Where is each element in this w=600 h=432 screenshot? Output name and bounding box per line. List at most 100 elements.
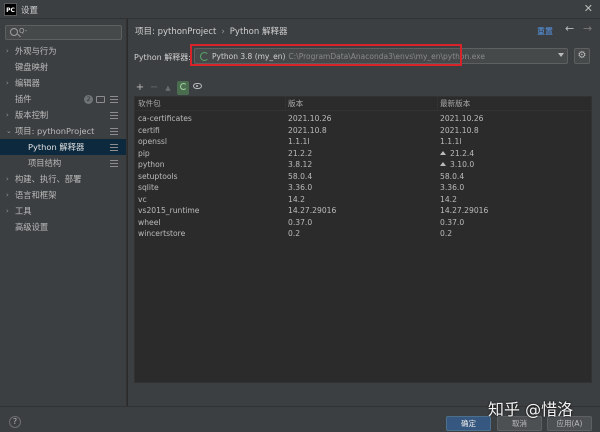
search-dropdown-caret: Q- (19, 27, 28, 35)
cell-text: pip (138, 148, 150, 158)
interpreter-name: Python 3.8 (my_en) (212, 52, 286, 61)
remove-package-button[interactable]: − (148, 81, 160, 95)
package-name-cell: vs2015_runtime (138, 205, 199, 217)
sidebar-item-label: 项目结构 (28, 158, 62, 168)
table-row[interactable]: openssl 1.1.1l 1.1.1l (135, 136, 591, 148)
ok-button[interactable]: 确定 (446, 416, 491, 431)
cell-text: 58.0.4 (288, 171, 313, 181)
version-cell: 1.1.1l (288, 136, 309, 148)
table-row[interactable]: setuptools 58.0.4 58.0.4 (135, 171, 591, 183)
project-scope-icon (110, 144, 118, 152)
version-cell: 14.2 (288, 194, 305, 206)
cell-text: setuptools (138, 171, 178, 181)
cell-text: 58.0.4 (440, 171, 465, 181)
gear-icon[interactable]: ⚙ (574, 48, 590, 64)
search-icon (10, 28, 18, 36)
interpreter-value: Python 3.8 (my_en) C:\ProgramData\Anacond… (212, 52, 485, 61)
sidebar-item-plugins[interactable]: 插件 2 (0, 91, 126, 107)
cell-text: 0.2 (440, 229, 453, 238)
cell-text: wincertstore (138, 229, 186, 238)
table-row[interactable]: vs2015_runtime 14.27.29016 14.27.29016 (135, 205, 591, 217)
table-row[interactable]: vc 14.2 14.2 (135, 194, 591, 206)
help-button[interactable]: ? (9, 416, 21, 428)
sidebar-item-editor[interactable]: › 编辑器 (0, 75, 126, 91)
version-cell: 0.2 (288, 228, 300, 240)
reset-button[interactable]: 重置 (537, 26, 553, 37)
interpreter-settings-panel: 项目: pythonProject › Python 解释器 重置 ← → Pyth… (128, 19, 600, 406)
table-row[interactable]: ca-certificates 2021.10.26 2021.10.26 (135, 113, 591, 125)
sidebar-item-tools[interactable]: › 工具 (0, 203, 126, 219)
cell-text: 0.37.0 (440, 217, 465, 227)
sidebar-item-appearance[interactable]: › 外观与行为 (0, 43, 126, 59)
back-arrow-icon[interactable]: ← (565, 22, 574, 35)
python-spinner-icon (200, 52, 209, 61)
sidebar-item-label: 构建、执行、部署 (15, 174, 82, 184)
forward-arrow-icon[interactable]: → (583, 22, 592, 35)
pycharm-logo-icon: PC (4, 3, 17, 16)
table-row[interactable]: pip 21.2.2 21.2.4 (135, 148, 591, 160)
sidebar-item-label: 插件 (15, 94, 32, 104)
cell-text: 0.2 (288, 229, 301, 238)
update-count-badge: 2 (84, 95, 93, 104)
close-window-icon[interactable]: ✕ (584, 2, 593, 15)
cell-text: 1.1.1l (288, 137, 310, 146)
sidebar-item-python-interpreter[interactable]: Python 解释器 (0, 139, 126, 155)
cell-text: 21.2.2 (288, 148, 313, 158)
version-cell: 2021.10.26 (288, 113, 331, 125)
window-title: 设置 (21, 6, 39, 16)
column-header-version[interactable]: 版本 (288, 97, 303, 111)
version-cell: 3.8.12 (288, 159, 312, 171)
cell-text: 14.27.29016 (440, 206, 489, 215)
project-scope-icon (110, 112, 118, 120)
interpreter-label: Python 解释器: (134, 53, 191, 62)
column-header-package[interactable]: 软件包 (138, 97, 161, 111)
refresh-icon[interactable] (177, 81, 189, 95)
sidebar-item-advanced[interactable]: 高级设置 (0, 219, 126, 235)
package-name-cell: wheel (138, 217, 160, 229)
package-name-cell: setuptools (138, 171, 178, 183)
sidebar-item-label: 键盘映射 (15, 62, 49, 72)
cell-text: 0.37.0 (288, 217, 313, 227)
settings-nav-tree: › 外观与行为 键盘映射 › 编辑器 插件 2 › 版本控制 ⌄ 项目: pyt… (0, 43, 126, 235)
latest-version-cell: 0.37.0 (440, 217, 464, 229)
cell-text: python (138, 160, 165, 169)
latest-version-cell: 3.10.0 (440, 159, 474, 171)
project-scope-icon (110, 128, 118, 136)
column-header-latest[interactable]: 最新版本 (440, 97, 470, 111)
latest-version-cell: 14.27.29016 (440, 205, 488, 217)
cell-text: 3.36.0 (440, 183, 465, 192)
latest-version-cell: 2021.10.8 (440, 125, 479, 137)
table-row[interactable]: wincertstore 0.2 0.2 (135, 228, 591, 240)
latest-version-cell: 2021.10.26 (440, 113, 483, 125)
cell-text: certifi (138, 125, 160, 135)
eye-icon[interactable] (191, 81, 203, 95)
sidebar-item-keymap[interactable]: 键盘映射 (0, 59, 126, 75)
package-name-cell: python (138, 159, 165, 171)
settings-sidebar: Q- › 外观与行为 键盘映射 › 编辑器 插件 2 › 版本控制 ⌄ 项目: … (0, 19, 127, 406)
cell-text: vc (138, 194, 147, 204)
cell-text: sqlite (138, 183, 159, 192)
latest-version-cell: 21.2.4 (440, 148, 474, 160)
chevron-down-icon (558, 53, 564, 57)
sidebar-item-label: 编辑器 (15, 78, 40, 88)
add-package-button[interactable]: + (134, 81, 146, 95)
sidebar-item-project[interactable]: ⌄ 项目: pythonProject (0, 123, 126, 139)
interpreter-select[interactable]: Python 3.8 (my_en) C:\ProgramData\Anacond… (194, 48, 568, 64)
sidebar-item-version-control[interactable]: › 版本控制 (0, 107, 126, 123)
sidebar-item-build-execution[interactable]: › 构建、执行、部署 (0, 171, 126, 187)
settings-search-input[interactable]: Q- (5, 25, 122, 40)
table-row[interactable]: certifi 2021.10.8 2021.10.8 (135, 125, 591, 137)
sidebar-item-languages[interactable]: › 语言和框架 (0, 187, 126, 203)
table-row[interactable]: sqlite 3.36.0 3.36.0 (135, 182, 591, 194)
table-row[interactable]: wheel 0.37.0 0.37.0 (135, 217, 591, 229)
table-row[interactable]: python 3.8.12 3.10.0 (135, 159, 591, 171)
package-name-cell: vc (138, 194, 147, 206)
sidebar-item-project-structure[interactable]: 项目结构 (0, 155, 126, 171)
cell-text: 14.27.29016 (288, 206, 337, 215)
cell-text: vs2015_runtime (138, 206, 200, 215)
latest-version-cell: 3.36.0 (440, 182, 464, 194)
upgrade-package-button[interactable]: ▲ (162, 81, 174, 95)
cell-text: 2021.10.8 (440, 125, 479, 135)
cell-text: 2021.10.26 (440, 114, 484, 123)
package-name-cell: certifi (138, 125, 160, 137)
